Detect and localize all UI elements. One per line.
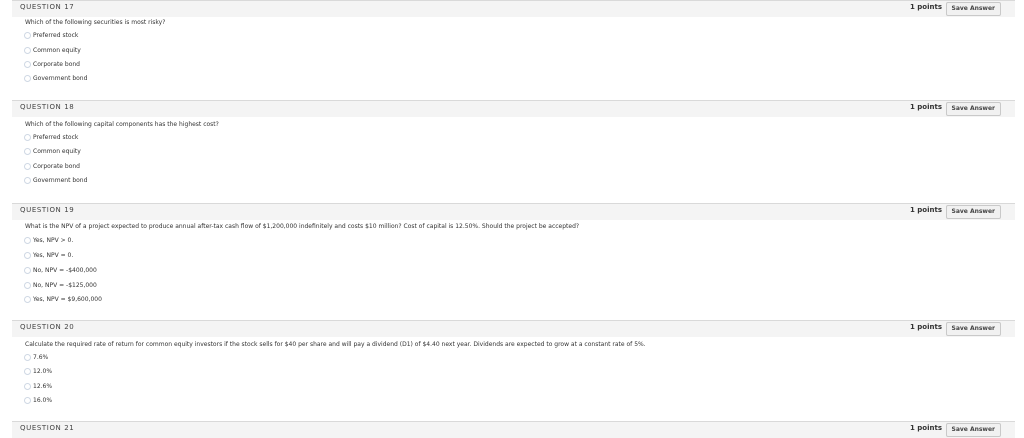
question-number: QUESTION 19 xyxy=(20,206,75,214)
option-label: 12.6% xyxy=(33,382,53,390)
question-20-text: Calculate the required rate of return fo… xyxy=(25,341,646,348)
option-label: Yes, NPV = 0. xyxy=(33,251,74,259)
option-16-0-percent[interactable]: 16.0% xyxy=(24,395,52,405)
points-label: 1 points xyxy=(909,206,942,214)
question-19-header: QUESTION 19 1 points Save Answer xyxy=(12,203,1015,220)
radio-button[interactable] xyxy=(24,353,31,361)
radio-button[interactable] xyxy=(24,133,31,141)
radio-button[interactable] xyxy=(24,281,31,289)
option-corporate-bond[interactable]: Corporate bond xyxy=(24,59,80,69)
option-label: Government bond xyxy=(33,176,88,184)
radio-button[interactable] xyxy=(24,31,31,39)
radio-button[interactable] xyxy=(24,382,31,390)
points-label: 1 points xyxy=(909,323,942,331)
question-19-text: What is the NPV of a project expected to… xyxy=(25,223,580,230)
option-yes-npv-9600000[interactable]: Yes, NPV = $9,600,000 xyxy=(24,294,102,304)
option-government-bond[interactable]: Government bond xyxy=(24,73,87,83)
radio-button[interactable] xyxy=(24,266,31,274)
option-yes-npv-positive[interactable]: Yes, NPV > 0. xyxy=(24,235,73,245)
option-label: No, NPV = -$125,000 xyxy=(33,281,97,289)
option-no-npv-125000[interactable]: No, NPV = -$125,000 xyxy=(24,280,97,290)
question-20-header: QUESTION 20 1 points Save Answer xyxy=(12,320,1015,337)
radio-button[interactable] xyxy=(24,176,31,184)
question-18-header: QUESTION 18 1 points Save Answer xyxy=(12,100,1015,117)
radio-button[interactable] xyxy=(24,147,31,155)
save-answer-button[interactable]: Save Answer xyxy=(945,2,1001,16)
radio-button[interactable] xyxy=(24,367,31,375)
radio-button[interactable] xyxy=(24,162,31,170)
option-label: Yes, NPV > 0. xyxy=(33,236,74,244)
points-label: 1 points xyxy=(909,3,942,11)
question-number: QUESTION 21 xyxy=(20,424,75,432)
points-label: 1 points xyxy=(909,424,942,432)
radio-button[interactable] xyxy=(24,46,31,54)
points-label: 1 points xyxy=(909,103,942,111)
option-label: Common equity xyxy=(33,46,81,54)
option-common-equity[interactable]: Common equity xyxy=(24,146,81,156)
option-label: Government bond xyxy=(33,74,88,82)
option-12-0-percent[interactable]: 12.0% xyxy=(24,366,52,376)
save-answer-button[interactable]: Save Answer xyxy=(945,322,1001,336)
option-label: Preferred stock xyxy=(33,31,79,39)
option-yes-npv-zero[interactable]: Yes, NPV = 0. xyxy=(24,250,73,260)
save-answer-button[interactable]: Save Answer xyxy=(945,423,1001,437)
option-12-6-percent[interactable]: 12.6% xyxy=(24,381,52,391)
option-label: Corporate bond xyxy=(33,60,80,68)
option-common-equity[interactable]: Common equity xyxy=(24,45,81,55)
radio-button[interactable] xyxy=(24,295,31,303)
option-label: Preferred stock xyxy=(33,133,79,141)
question-21-header: QUESTION 21 1 points Save Answer xyxy=(12,421,1015,438)
radio-button[interactable] xyxy=(24,251,31,259)
option-preferred-stock[interactable]: Preferred stock xyxy=(24,132,78,142)
radio-button[interactable] xyxy=(24,74,31,82)
question-number: QUESTION 20 xyxy=(20,323,75,331)
question-17-header: QUESTION 17 1 points Save Answer xyxy=(12,0,1015,17)
option-corporate-bond[interactable]: Corporate bond xyxy=(24,161,80,171)
radio-button[interactable] xyxy=(24,236,31,244)
question-number: QUESTION 17 xyxy=(20,3,75,11)
option-label: Yes, NPV = $9,600,000 xyxy=(33,295,102,303)
question-17-text: Which of the following securities is mos… xyxy=(25,19,166,26)
save-answer-button[interactable]: Save Answer xyxy=(945,205,1001,219)
option-label: Corporate bond xyxy=(33,162,80,170)
option-label: 16.0% xyxy=(33,396,53,404)
save-answer-button[interactable]: Save Answer xyxy=(945,102,1001,116)
option-label: 7.6% xyxy=(33,353,49,361)
option-7-6-percent[interactable]: 7.6% xyxy=(24,352,48,362)
option-label: 12.0% xyxy=(33,367,53,375)
question-number: QUESTION 18 xyxy=(20,103,75,111)
radio-button[interactable] xyxy=(24,60,31,68)
option-government-bond[interactable]: Government bond xyxy=(24,175,87,185)
radio-button[interactable] xyxy=(24,396,31,404)
question-18-text: Which of the following capital component… xyxy=(25,121,219,128)
option-no-npv-400000[interactable]: No, NPV = -$400,000 xyxy=(24,265,97,275)
option-label: Common equity xyxy=(33,147,81,155)
option-label: No, NPV = -$400,000 xyxy=(33,266,97,274)
option-preferred-stock[interactable]: Preferred stock xyxy=(24,30,78,40)
